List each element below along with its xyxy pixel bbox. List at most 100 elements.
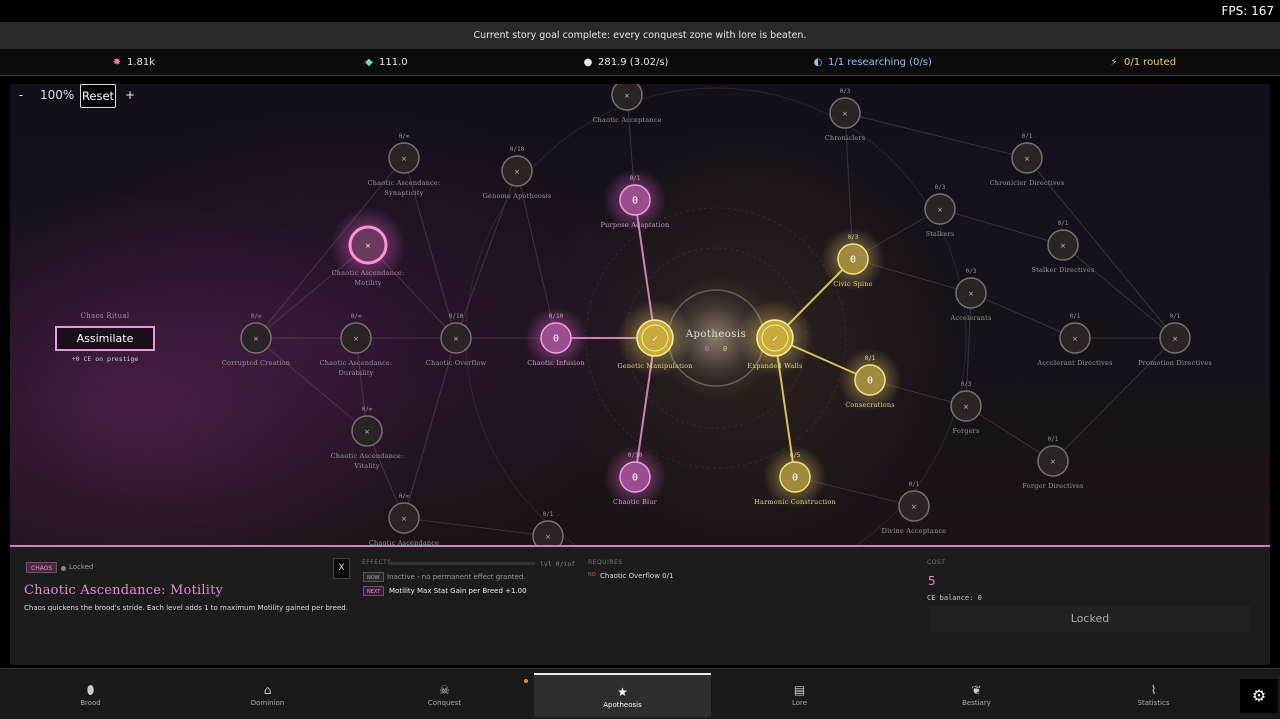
node-label: Chaotic Acceptance bbox=[592, 116, 661, 124]
star-icon: ★ bbox=[617, 685, 628, 699]
nav-label: Conquest bbox=[427, 699, 462, 707]
node-glyph: × bbox=[1072, 335, 1077, 345]
node-glyph: × bbox=[1024, 155, 1029, 165]
node-level: 0/1 bbox=[630, 175, 641, 182]
tree-node[interactable]: × 0/10 Genome Apotheosis bbox=[483, 146, 552, 200]
node-label: Accelerants bbox=[949, 314, 991, 322]
tree-node[interactable]: 0 0/3 Civic Spine bbox=[821, 227, 885, 291]
node-glyph: × bbox=[401, 515, 406, 525]
resource-routed[interactable]: ⚡ 0/1 routed bbox=[1108, 49, 1176, 76]
next-badge: NEXT bbox=[363, 586, 385, 596]
nav-label: Apotheosis bbox=[603, 701, 642, 709]
apotheosis-left-value: 0 bbox=[705, 345, 709, 353]
gear-icon[interactable]: ⚙ bbox=[1240, 679, 1278, 713]
node-label: Divine Acceptance bbox=[882, 527, 947, 535]
research-value: 1/1 researching (0/s) bbox=[828, 57, 932, 68]
tree-node[interactable]: 0 0/1 Purpose Adaptation bbox=[601, 168, 670, 232]
node-label: Chaotic Ascendance: bbox=[332, 269, 405, 277]
node-level: 0/1 bbox=[1058, 220, 1069, 227]
tree-node[interactable]: × 0/3 Accelerants bbox=[949, 268, 991, 322]
zoom-in-button[interactable]: + bbox=[122, 84, 138, 108]
book-icon: ▤ bbox=[793, 683, 806, 697]
assimilate-button[interactable]: Assimilate bbox=[55, 326, 155, 351]
node-level: 0/1 bbox=[1170, 313, 1181, 320]
node-label: Consecrations bbox=[845, 401, 895, 409]
node-label: Chaotic Overflow bbox=[426, 359, 487, 367]
story-goal-banner: Current story goal complete: every conqu… bbox=[0, 22, 1280, 49]
zoom-level: 100% bbox=[40, 88, 75, 102]
tree-node[interactable]: × 0/3 Forgers bbox=[950, 381, 982, 435]
nav-apotheosis[interactable]: ★ Apotheosis bbox=[534, 673, 711, 717]
node-glyph: × bbox=[1050, 458, 1055, 468]
node-glyph: × bbox=[624, 92, 629, 102]
tree-link bbox=[844, 112, 1028, 159]
node-level: 0/1 bbox=[865, 355, 876, 362]
tree-node[interactable]: × 0/1 Divine Acceptance bbox=[882, 481, 947, 535]
node-glyph: 0 bbox=[867, 376, 873, 387]
node-glyph: × bbox=[514, 168, 519, 178]
tree-node[interactable]: 0 0/10 Chaotic Blur bbox=[603, 445, 667, 509]
tree-node[interactable]: × 0/10 Chaotic Overflow bbox=[426, 313, 487, 367]
node-label: Chaotic Blur bbox=[613, 498, 658, 506]
tree-node[interactable]: × 0/1 Forger Directives bbox=[1022, 436, 1083, 490]
egg-icon: ⬮ bbox=[86, 683, 95, 697]
node-label: Chroniclers bbox=[825, 134, 866, 142]
tree-link bbox=[1052, 337, 1176, 462]
node-level: 0/1 bbox=[1048, 436, 1059, 443]
tree-node[interactable]: × 0/3 Chroniclers bbox=[825, 88, 866, 142]
node-label: Accelerant Directives bbox=[1036, 359, 1112, 367]
tree-node[interactable]: × 0/1 Accelerant Directives bbox=[1036, 313, 1112, 367]
tree-node[interactable]: × 0/∞ Corrupted Creation bbox=[222, 313, 290, 367]
tree-node[interactable]: 0 0/5 Harmonic Construction bbox=[754, 445, 836, 509]
gem-icon: ◆ bbox=[365, 57, 373, 68]
nav-lore[interactable]: ▤ Lore bbox=[711, 673, 888, 717]
nav-dominion[interactable]: ⌂ Dominion bbox=[179, 673, 356, 717]
nav-label: Brood bbox=[80, 699, 101, 707]
node-label: Promotion Directives bbox=[1138, 359, 1212, 367]
tree-node[interactable]: 0 0/10 Chaotic Infusion bbox=[524, 306, 588, 370]
node-label: Chaotic Ascendance: bbox=[331, 452, 404, 460]
skill-tree-graph: Apotheosis 0 0 × Chaotic Acceptance × 0/3 Chron… bbox=[222, 84, 1212, 546]
tree-node[interactable]: × 0/1 Promotion Directives bbox=[1138, 313, 1212, 367]
resource-essence: ● 281.9 (3.02/s) bbox=[582, 49, 669, 76]
tree-link bbox=[939, 208, 1064, 246]
tree-node[interactable]: × 0/∞ Chaotic Ascendance: Durability bbox=[320, 313, 393, 377]
ce-balance: CE balance: 0 bbox=[927, 594, 982, 602]
nav-conquest[interactable]: ☠ Conquest bbox=[356, 673, 533, 717]
zoom-reset-button[interactable]: Reset bbox=[80, 84, 116, 108]
tree-node[interactable]: × 0/1 Chronicler Directives bbox=[990, 133, 1065, 187]
tree-node[interactable]: × 0/1 bbox=[532, 511, 564, 546]
resource-research[interactable]: ◐ 1/1 researching (0/s) bbox=[812, 49, 932, 76]
node-glyph: × bbox=[545, 533, 550, 543]
cost-heading: COST bbox=[927, 559, 946, 566]
node-glyph: × bbox=[963, 403, 968, 413]
node-label: Civic Spine bbox=[833, 280, 872, 288]
nav-statistics[interactable]: ⌇ Statistics bbox=[1065, 673, 1242, 717]
tree-link bbox=[965, 292, 972, 407]
zoom-out-button[interactable]: - bbox=[14, 84, 28, 108]
tree-node[interactable]: × Chaotic Ascendance: Motility bbox=[330, 207, 406, 287]
node-label: Corrupted Creation bbox=[222, 359, 290, 367]
node-description: Chaos quickens the brood's stride. Each … bbox=[24, 604, 348, 612]
fps-text: FPS: 167 bbox=[1221, 4, 1274, 18]
node-level: lvl 0/inf bbox=[540, 560, 576, 568]
node-level: 0/3 bbox=[966, 268, 977, 275]
tree-node[interactable]: ✓ Expanded Walls bbox=[737, 300, 813, 376]
tree-link bbox=[403, 517, 549, 537]
node-glyph: 0 bbox=[792, 473, 798, 484]
purchase-button[interactable]: Locked bbox=[930, 606, 1250, 632]
nav-brood[interactable]: ⬮ Brood bbox=[2, 673, 179, 717]
tree-node[interactable]: 0 0/1 Consecrations bbox=[838, 348, 902, 412]
tree-node[interactable]: ×0/∞Chaotic Ascendance bbox=[369, 493, 439, 546]
essence-value: 281.9 (3.02/s) bbox=[598, 57, 669, 68]
tree-node[interactable]: × 0/∞ Chaotic Ascendance: Synapticity bbox=[368, 133, 441, 197]
nav-bestiary[interactable]: ❦ Bestiary bbox=[888, 673, 1065, 717]
tree-node[interactable]: × Chaotic Acceptance bbox=[592, 84, 661, 124]
node-label: Forgers bbox=[952, 427, 979, 435]
tree-node[interactable]: × 0/3 Stalkers bbox=[924, 184, 956, 238]
close-button[interactable]: X bbox=[333, 558, 350, 579]
next-effect: Motility Max Stat Gain per Breed +1.00 bbox=[389, 587, 527, 595]
tree-node[interactable]: × 0/∞ Chaotic Ascendance: Vitality bbox=[331, 406, 404, 470]
tree-node[interactable]: ✓ Genetic Manipulation bbox=[617, 300, 693, 376]
apotheosis-tree-canvas[interactable]: Apotheosis 0 0 × Chaotic Acceptance × 0/3 Chron… bbox=[10, 84, 1270, 546]
